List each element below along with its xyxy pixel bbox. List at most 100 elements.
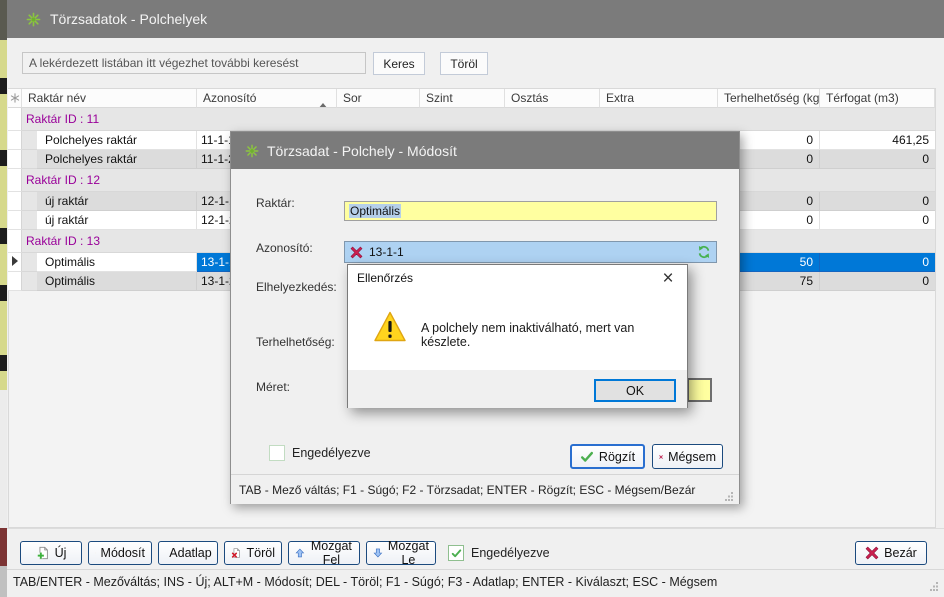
warning-icon [373, 310, 407, 344]
alert-dialog: Ellenőrzés × A polchely nem inaktiválhat… [347, 264, 688, 408]
group-indent-cell [22, 192, 37, 211]
main-statusbar: TAB/ENTER - Mezőváltás; INS - Új; ALT+M … [7, 569, 944, 594]
footer-toolbar: Új Módosít Adatlap Töröl Mozgat Fel Mozgat Le… [20, 541, 550, 565]
button-label: Mozgat Fel [310, 539, 353, 567]
modify-dialog-titlebar[interactable]: Törzsadat - Polchely - Módosít [231, 132, 739, 169]
modal-status-text: TAB - Mező váltás; F1 - Súgó; F2 - Törzs… [239, 483, 695, 497]
group-row[interactable]: Raktár ID : 11 [8, 108, 935, 131]
main-titlebar[interactable]: Törzsadatok - Polchelyek [7, 0, 944, 38]
enabled-checkbox-label: Engedélyezve [471, 546, 550, 560]
modal-statusbar: TAB - Mező váltás; F1 - Súgó; F2 - Törzs… [231, 474, 739, 504]
meret-field[interactable] [687, 378, 712, 402]
group-indent-cell [22, 150, 37, 169]
warehouse-name-cell: Optimális [37, 253, 197, 272]
doc-new-icon [36, 546, 50, 560]
desktop-mark [0, 355, 7, 371]
column-header[interactable]: Térfogat (m3) [820, 89, 935, 108]
volume-cell: 461,25 [820, 131, 935, 150]
cancel-button[interactable]: Mégsem [652, 444, 723, 469]
group-indent-cell [22, 272, 37, 291]
move-up-button[interactable]: Mozgat Fel [288, 541, 360, 565]
column-header-label: Raktár név [28, 91, 86, 105]
check-icon [580, 450, 594, 464]
raktar-value: Optimális [349, 204, 401, 218]
resize-grip-icon[interactable] [725, 490, 734, 499]
app-icon [245, 144, 259, 158]
resize-grip-icon[interactable] [930, 580, 939, 589]
column-header[interactable]: Extra [600, 89, 718, 108]
indicator-column-header[interactable] [8, 89, 22, 108]
button-label: Adatlap [169, 546, 211, 560]
row-indicator-cell [8, 253, 22, 272]
group-indent-cell [22, 253, 37, 272]
edit-icon [95, 546, 96, 560]
row-indicator-cell [8, 192, 22, 211]
check-icon [451, 548, 462, 559]
app-icon [26, 12, 41, 27]
volume-cell: 0 [820, 192, 935, 211]
footer-separator [7, 528, 944, 529]
column-header[interactable]: Osztás [505, 89, 600, 108]
doc-delete-icon [231, 546, 242, 560]
column-header-label: Osztás [511, 91, 548, 105]
row-indicator-cell [8, 108, 22, 131]
delete-button[interactable]: Töröl [224, 541, 282, 565]
refresh-icon[interactable] [697, 245, 711, 259]
sort-asc-icon [318, 96, 328, 108]
meret-label: Méret: [256, 380, 290, 394]
column-header-label: Azonosító [203, 91, 256, 105]
row-indicator-cell [8, 230, 22, 253]
column-header[interactable]: Azonosító [197, 89, 337, 108]
save-button[interactable]: Rögzít [570, 444, 645, 469]
cancel-button-label: Mégsem [668, 450, 716, 464]
column-header[interactable]: Raktár név [22, 89, 197, 108]
row-indicator-cell [8, 131, 22, 150]
red-x-icon [659, 450, 663, 464]
button-label: Módosít [101, 546, 145, 560]
ok-button[interactable]: OK [594, 379, 676, 402]
row-indicator-cell [8, 211, 22, 230]
desktop-mark [0, 78, 7, 94]
red-x-icon [350, 246, 363, 259]
alert-titlebar[interactable]: Ellenőrzés [348, 265, 687, 291]
raktar-field[interactable]: Optimális [344, 201, 717, 221]
warehouse-name-cell: új raktár [37, 192, 197, 211]
row-indicator-cell [8, 150, 22, 169]
terhelhetoseg-label: Terhelhetőség: [256, 335, 335, 349]
move-down-button[interactable]: Mozgat Le [366, 541, 436, 565]
close-window-label: Bezár [884, 546, 917, 560]
search-button[interactable]: Keres [373, 52, 425, 75]
column-header[interactable]: Sor [337, 89, 420, 108]
column-header[interactable]: Szint [420, 89, 505, 108]
warehouse-name-cell: Optimális [37, 272, 197, 291]
desktop-mark [0, 228, 7, 244]
desktop-strip [0, 0, 7, 597]
warehouse-name-cell: Polchelyes raktár [37, 131, 197, 150]
button-label: Töröl [247, 546, 275, 560]
arrow-down-icon [373, 546, 383, 560]
button-label: Mozgat Le [388, 539, 429, 567]
datasheet-button[interactable]: Adatlap [158, 541, 218, 565]
clear-search-button[interactable]: Töröl [440, 52, 488, 75]
modify-button[interactable]: Módosít [88, 541, 152, 565]
close-window-button[interactable]: Bezár [855, 541, 927, 565]
warehouse-name-cell: új raktár [37, 211, 197, 230]
azonosito-value: 13-1-1 [369, 245, 404, 259]
desktop-mark [0, 150, 7, 166]
main-status-text: TAB/ENTER - Mezőváltás; INS - Új; ALT+M … [13, 575, 717, 589]
new-button[interactable]: Új [20, 541, 82, 565]
column-header[interactable]: Terhelhetőség (kg) [718, 89, 820, 108]
volume-cell: 0 [820, 150, 935, 169]
table-header: Raktár név Azonosító SorSzint Osztás ExtraTe… [8, 88, 935, 108]
modal-enabled-checkbox[interactable] [269, 445, 285, 461]
close-icon[interactable]: × [655, 265, 681, 291]
save-button-label: Rögzít [599, 450, 635, 464]
search-input[interactable] [22, 52, 366, 74]
desktop-mark [0, 285, 7, 301]
button-label: Új [55, 546, 67, 560]
modify-dialog-title: Törzsadat - Polchely - Módosít [267, 143, 457, 159]
group-label: Raktár ID : 11 [22, 108, 935, 131]
azonosito-field[interactable]: 13-1-1 [344, 241, 717, 263]
raktar-label: Raktár: [256, 196, 295, 210]
enabled-checkbox[interactable] [448, 545, 464, 561]
